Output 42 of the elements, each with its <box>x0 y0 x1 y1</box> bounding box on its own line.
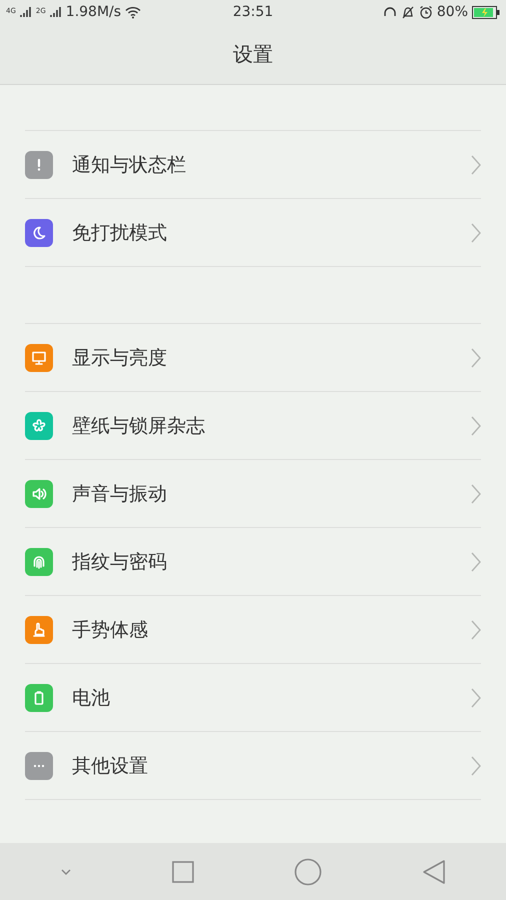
chevron-down-icon[interactable] <box>60 868 72 876</box>
clock: 23:51 <box>232 4 274 20</box>
headset-icon <box>382 6 397 18</box>
settings-item[interactable]: 声音与振动 <box>25 460 481 528</box>
settings-label: 电池 <box>72 686 111 710</box>
alarm-icon <box>418 5 433 19</box>
settings-label: 壁纸与锁屏杂志 <box>72 414 206 438</box>
chevron-right-icon <box>471 552 481 572</box>
square-icon[interactable] <box>172 860 194 882</box>
settings-label: 通知与状态栏 <box>72 152 187 178</box>
settings-item[interactable]: 免打扰模式 <box>25 199 481 267</box>
chevron-right-icon <box>471 154 481 174</box>
settings-label: 其他设置 <box>72 754 149 778</box>
network-speed: 1.98M/s <box>66 4 122 20</box>
settings-item[interactable]: 指纹与密码 <box>25 528 481 596</box>
signal-icon <box>50 6 62 18</box>
chevron-right-icon <box>471 416 481 436</box>
settings-item[interactable]: 其他设置 <box>25 732 481 800</box>
settings-label: 指纹与密码 <box>72 550 168 574</box>
settings-label: 声音与振动 <box>72 482 168 506</box>
settings-item[interactable]: 通知与状态栏 <box>25 131 481 199</box>
page-title: 设置 <box>233 40 273 68</box>
battery-percentage: 80% <box>436 4 468 20</box>
chevron-right-icon <box>471 348 481 368</box>
chevron-right-icon <box>471 222 481 242</box>
chevron-right-icon <box>471 484 481 504</box>
chevron-right-icon <box>471 688 481 708</box>
settings-item[interactable]: 手势体感 <box>25 596 481 664</box>
settings-label: 显示与亮度 <box>72 346 168 370</box>
settings-label: 免打扰模式 <box>72 220 168 246</box>
circle-icon[interactable] <box>294 858 322 886</box>
chevron-right-icon <box>471 756 481 776</box>
chevron-right-icon <box>471 620 481 640</box>
settings-item[interactable]: 壁纸与锁屏杂志 <box>25 392 481 460</box>
settings-item[interactable]: 显示与亮度 <box>25 324 481 392</box>
settings-label: 手势体感 <box>72 618 149 642</box>
settings-item[interactable]: 电池 <box>25 664 481 732</box>
signal-icon <box>20 6 32 18</box>
back-icon[interactable] <box>422 858 446 884</box>
battery-charging-icon <box>472 6 500 18</box>
bell-off-icon <box>400 6 415 18</box>
wifi-icon <box>125 6 142 18</box>
